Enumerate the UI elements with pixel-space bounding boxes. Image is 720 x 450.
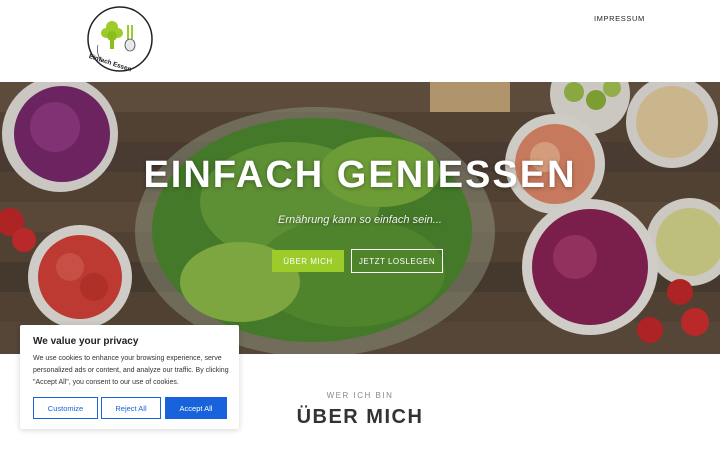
site-logo[interactable]: Einfach Essen [86,5,154,73]
hero-title: EINFACH GENIESSEN [143,154,577,196]
reject-all-button[interactable]: Reject All [101,397,161,419]
cookie-description: We use cookies to enhance your browsing … [33,355,229,386]
get-started-button[interactable]: JETZT LOSLEGEN [351,249,443,273]
hero-subtitle: Ernährung kann so einfach sein... [278,214,442,226]
cookie-title: We value your privacy [33,336,139,347]
accept-all-button[interactable]: Accept All [165,397,227,419]
cookie-consent-banner: We value your privacy We use cookies to … [20,325,239,429]
nav-impressum-link[interactable]: IMPRESSUM [594,14,645,23]
site-header: Einfach Essen IMPRESSUM [0,0,720,82]
hero-section: EINFACH GENIESSEN Ernährung kann so einf… [0,82,720,354]
about-me-button[interactable]: ÜBER MICH [272,250,344,272]
customize-button[interactable]: Customize [33,397,98,419]
